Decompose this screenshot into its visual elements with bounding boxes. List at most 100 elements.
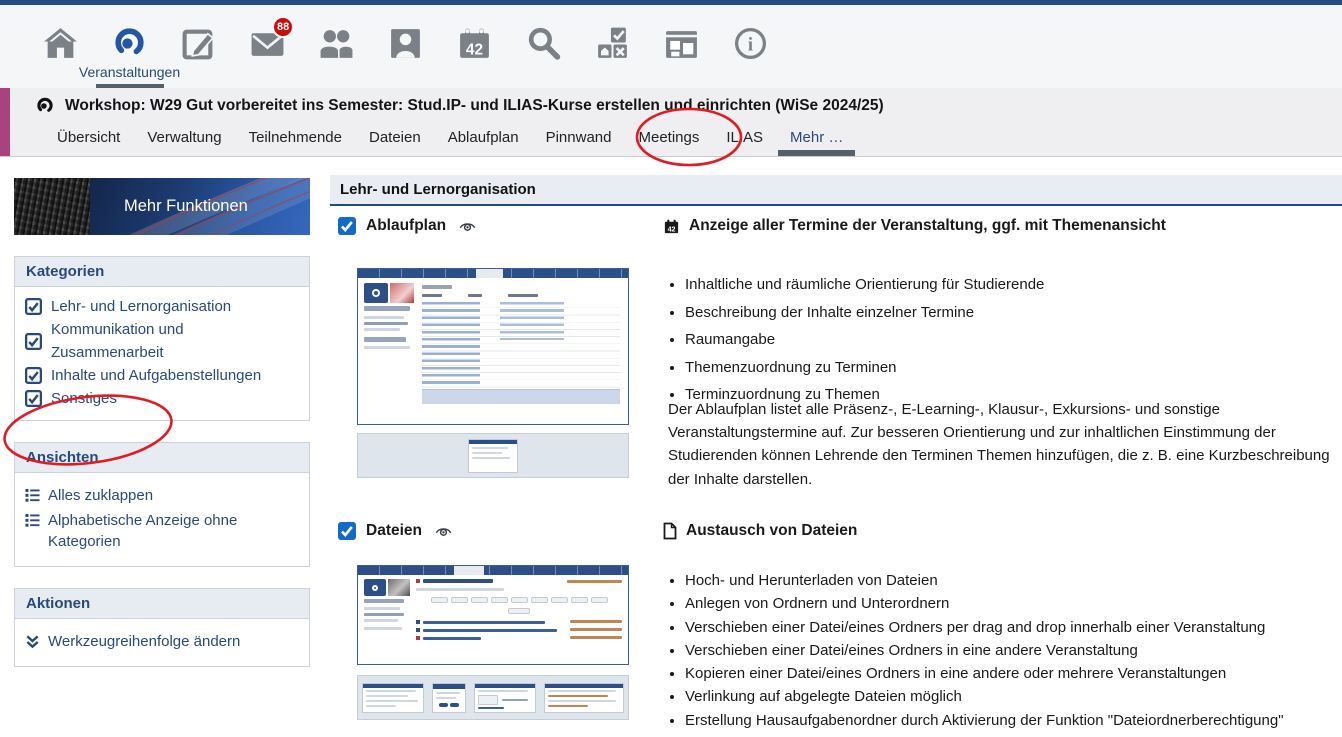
search-icon <box>525 25 562 62</box>
feature-item: Hoch- und Herunterladen von Dateien <box>685 569 1338 592</box>
community-people-icon <box>318 25 355 62</box>
info-icon: i <box>732 25 769 62</box>
home-icon <box>42 25 79 62</box>
view-label: Alles zuklappen <box>48 485 153 506</box>
nav-profil[interactable] <box>371 5 440 88</box>
tool-ablaufplan-label: Ablaufplan <box>366 217 446 235</box>
tab-ilias[interactable]: ILIAS <box>726 129 763 146</box>
feature-item: Kopieren einer Datei/eines Ordners in ei… <box>685 662 1338 685</box>
nav-tools[interactable] <box>578 5 647 88</box>
feature-item: Verschieben einer Datei/eines Ordners in… <box>685 639 1338 662</box>
nav-arbeitsplatz[interactable] <box>164 5 233 88</box>
sidebar-banner-title: Mehr Funktionen <box>90 197 248 216</box>
view-alphabetische-anzeige[interactable]: Alphabetische Anzeige ohne Kategorien <box>25 510 299 552</box>
mini-table <box>422 285 620 414</box>
main-content: Lehr- und Lernorganisation Ablaufplan 42… <box>330 175 1342 737</box>
course-header: Workshop: W29 Gut vorbereitet ins Semest… <box>0 88 1342 157</box>
dateien-secondary-thumbnails[interactable] <box>357 675 629 720</box>
feature-item: Verschieben einer Datei/eines Ordners pe… <box>685 616 1338 639</box>
termine-calendar-icon: 42 <box>663 218 680 235</box>
feature-item: Anlegen von Ordnern und Unterordnern <box>685 592 1338 615</box>
tool-ablaufplan-header: Ablaufplan <box>338 217 476 235</box>
course-color-stripe <box>0 88 10 156</box>
schedule-grid-icon <box>663 25 700 62</box>
tab-mehr[interactable]: Mehr … <box>790 129 843 146</box>
feature-item: Raumangabe <box>685 326 1332 354</box>
edit-square-icon <box>180 25 217 62</box>
mini-active-tab <box>454 566 484 575</box>
tab-mehr-label: Mehr … <box>790 129 843 146</box>
dateien-feature-list: Hoch- und Herunterladen von Dateien Anle… <box>668 569 1338 732</box>
nav-nachrichten[interactable]: 88 <box>233 5 302 88</box>
tools-icon <box>594 25 631 62</box>
mini-dialog-card <box>432 683 466 713</box>
nav-planer[interactable]: 42 <box>440 5 509 88</box>
course-tabs: Übersicht Verwaltung Teilnehmende Dateie… <box>57 125 843 149</box>
alphabetical-list-icon <box>25 513 40 528</box>
mini-dialog-card <box>468 439 518 473</box>
feature-item: Themenzuordnung zu Terminen <box>685 354 1332 382</box>
profile-person-icon <box>387 25 424 62</box>
mini-sidebar <box>364 579 410 630</box>
course-type-spiral-icon <box>35 96 55 116</box>
tab-uebersicht[interactable]: Übersicht <box>57 129 120 146</box>
action-werkzeugreihenfolge[interactable]: Werkzeugreihenfolge ändern <box>25 631 299 652</box>
tool-dateien-header: Dateien <box>338 522 452 540</box>
checkbox-checked-icon <box>25 333 42 350</box>
dateien-checkbox-checked[interactable] <box>338 522 356 540</box>
nav-community[interactable] <box>302 5 371 88</box>
tab-verwaltung[interactable]: Verwaltung <box>147 129 221 146</box>
category-checkbox-kommunikation[interactable]: Kommunikation und Zusammenarbeit <box>25 318 299 364</box>
tool-ablaufplan-description-header: 42 Anzeige aller Termine der Veranstaltu… <box>663 217 1166 235</box>
svg-text:42: 42 <box>668 225 676 233</box>
ablaufplan-screenshot-thumbnail[interactable] <box>357 268 629 425</box>
tab-dateien[interactable]: Dateien <box>369 129 421 146</box>
tab-teilnehmende[interactable]: Teilnehmende <box>249 129 342 146</box>
mini-active-tab <box>476 269 503 278</box>
nav-veranstaltungen[interactable]: Veranstaltungen <box>95 5 164 88</box>
tool-dateien-label: Dateien <box>366 522 422 540</box>
mini-screenshot-card <box>544 683 624 713</box>
ablaufplan-description: Der Ablaufplan listet alle Präsenz-, E-L… <box>668 398 1342 491</box>
tab-ablaufplan[interactable]: Ablaufplan <box>448 129 519 146</box>
tool-dateien-title: Austausch von Dateien <box>686 522 857 540</box>
view-alles-zuklappen[interactable]: Alles zuklappen <box>25 485 299 506</box>
main-icon-bar: Veranstaltungen 88 <box>0 5 1342 88</box>
ablaufplan-checkbox-checked[interactable] <box>338 217 356 235</box>
action-label: Werkzeugreihenfolge ändern <box>48 631 240 652</box>
feature-item: Erstellung Hausaufgabenordner durch Akti… <box>685 709 1338 732</box>
category-label: Sonstiges <box>51 387 117 410</box>
nav-suche[interactable] <box>509 5 578 88</box>
dateien-screenshot-thumbnail[interactable] <box>357 565 629 665</box>
visibility-eye-icon[interactable] <box>435 525 452 538</box>
aktionen-box: Aktionen Werkzeugreihenfolge ändern <box>14 588 310 667</box>
visibility-eye-icon[interactable] <box>459 220 476 233</box>
aktionen-header: Aktionen <box>15 589 309 619</box>
course-title: Workshop: W29 Gut vorbereitet ins Semest… <box>65 97 884 115</box>
ablaufplan-feature-list: Inhaltliche und räumliche Orientierung f… <box>668 271 1332 409</box>
category-label: Inhalte und Aufgabenstellungen <box>51 364 261 387</box>
category-label: Kommunikation und Zusammenarbeit <box>51 318 299 364</box>
mini-screenshot-card <box>362 683 424 713</box>
double-chevron-down-icon <box>25 634 40 649</box>
checkbox-checked-icon <box>25 390 42 407</box>
tool-dateien-description-header: Austausch von Dateien <box>663 522 857 540</box>
ablaufplan-secondary-thumbnail[interactable] <box>357 433 629 478</box>
category-checkbox-inhalte[interactable]: Inhalte und Aufgabenstellungen <box>25 364 299 387</box>
ansichten-header: Ansichten <box>15 443 309 473</box>
tab-pinnwand[interactable]: Pinnwand <box>546 129 612 146</box>
mini-screenshot-card <box>474 683 536 713</box>
mini-files-panel <box>416 579 622 640</box>
category-label: Lehr- und Lernorganisation <box>51 295 231 318</box>
sidebar-banner: Mehr Funktionen <box>14 178 310 235</box>
category-checkbox-sonstiges[interactable]: Sonstiges <box>25 387 299 410</box>
checkbox-checked-icon <box>25 367 42 384</box>
feature-item: Beschreibung der Inhalte einzelner Termi… <box>685 299 1332 327</box>
tab-meetings[interactable]: Meetings <box>638 129 699 146</box>
category-checkbox-lehr[interactable]: Lehr- und Lernorganisation <box>25 295 299 318</box>
sidebar: Mehr Funktionen Kategorien Lehr- und Ler… <box>14 178 310 667</box>
nav-hilfe[interactable]: i <box>716 5 785 88</box>
checkbox-checked-icon <box>25 298 42 315</box>
nav-stundenplan[interactable] <box>647 5 716 88</box>
file-document-icon <box>663 522 677 540</box>
